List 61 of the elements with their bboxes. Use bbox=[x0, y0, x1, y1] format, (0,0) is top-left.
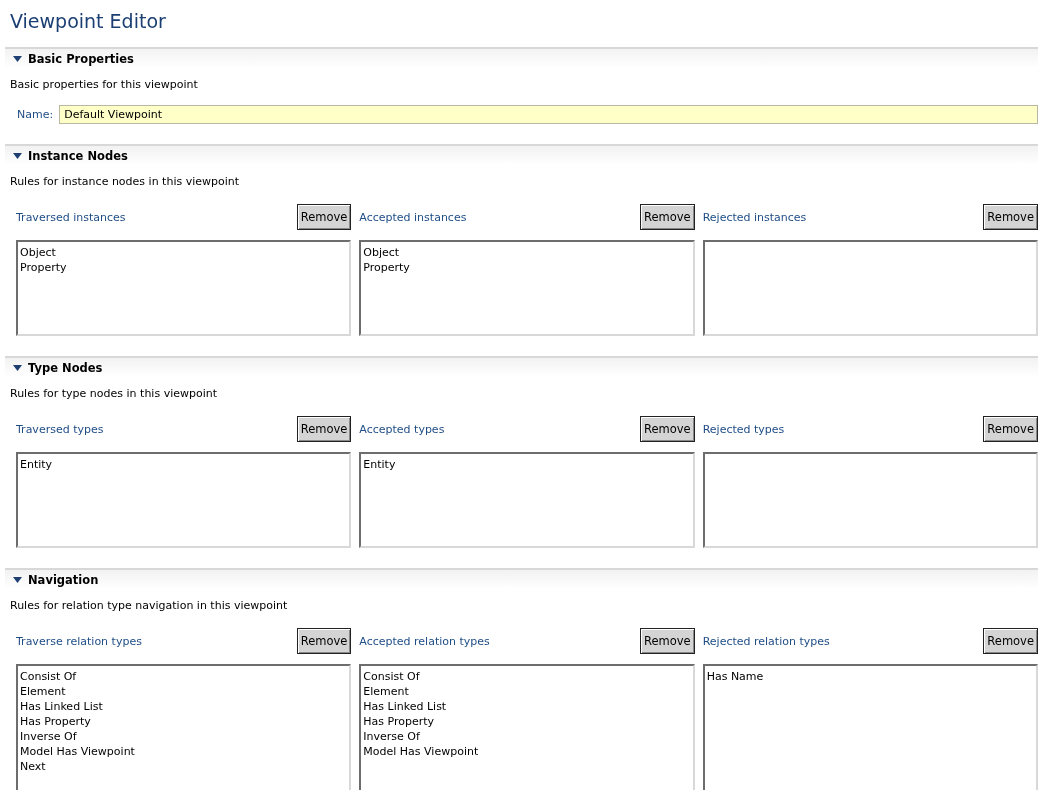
list-item[interactable]: Inverse Of bbox=[363, 729, 691, 744]
remove-button[interactable]: Remove bbox=[983, 204, 1038, 230]
list-label: Traverse relation types bbox=[16, 634, 142, 648]
list-item[interactable]: Next bbox=[20, 759, 348, 774]
list-item[interactable]: Model Has Viewpoint bbox=[363, 744, 691, 759]
remove-button[interactable]: Remove bbox=[296, 416, 352, 442]
list-item[interactable]: Property bbox=[20, 260, 348, 275]
list-item[interactable]: Has Name bbox=[706, 669, 1034, 684]
list-box[interactable]: Entity bbox=[359, 452, 695, 548]
list-box[interactable]: Consist Of Element Has Linked List Has Property Inverse Of Model Has Viewpoint bbox=[359, 664, 695, 790]
section-description: Rules for relation type navigation in this viewpoint bbox=[9, 598, 289, 614]
list-item[interactable]: Property bbox=[363, 260, 691, 275]
remove-button[interactable]: Remove bbox=[296, 628, 352, 654]
list-label: Rejected types bbox=[702, 422, 785, 436]
section-description: Rules for type nodes in this viewpoint bbox=[9, 386, 219, 402]
remove-button[interactable]: Remove bbox=[983, 628, 1038, 654]
remove-button[interactable]: Remove bbox=[983, 416, 1038, 442]
chevron-icon bbox=[13, 55, 22, 62]
list-box[interactable]: Entity bbox=[16, 452, 352, 548]
section-description: Basic properties for this viewpoint bbox=[9, 77, 199, 93]
list-label: Traversed instances bbox=[16, 210, 126, 224]
list-label: Traversed types bbox=[16, 422, 104, 436]
list-item[interactable]: Inverse Of bbox=[20, 729, 348, 744]
field-label: Name: bbox=[17, 108, 54, 121]
list-item[interactable]: Has Property bbox=[20, 714, 348, 729]
list-label: Accepted instances bbox=[359, 210, 467, 224]
list-box[interactable]: Consist Of Element Has Linked List Has Property Inverse Of Model Has Viewpoint Next bbox=[16, 664, 352, 790]
list-item[interactable]: Entity bbox=[363, 457, 691, 472]
list-item[interactable]: Object bbox=[363, 245, 691, 260]
remove-button[interactable]: Remove bbox=[640, 416, 695, 442]
list-box[interactable] bbox=[702, 240, 1038, 336]
list-item[interactable]: Entity bbox=[20, 457, 348, 472]
list-box[interactable]: Object Property bbox=[359, 240, 695, 336]
list-item[interactable]: Consist Of bbox=[20, 669, 348, 684]
remove-button[interactable]: Remove bbox=[296, 204, 352, 230]
list-item[interactable]: Has Property bbox=[363, 714, 691, 729]
chevron-icon bbox=[13, 364, 22, 371]
list-item[interactable]: Object bbox=[20, 245, 348, 260]
list-box[interactable]: Has Name bbox=[702, 664, 1038, 790]
section-header[interactable]: Navigation bbox=[5, 568, 1038, 589]
section-header[interactable]: Basic Properties bbox=[5, 47, 1038, 68]
list-item[interactable]: Consist Of bbox=[363, 669, 691, 684]
section-description: Rules for instance nodes in this viewpoint bbox=[9, 174, 241, 190]
list-label: Accepted relation types bbox=[359, 634, 490, 648]
list-box[interactable] bbox=[702, 452, 1038, 548]
list-box[interactable]: Object Property bbox=[16, 240, 352, 336]
editor-title: Viewpoint Editor bbox=[9, 9, 167, 34]
list-item[interactable]: Element bbox=[20, 684, 348, 699]
section-header[interactable]: Type Nodes bbox=[5, 356, 1038, 377]
list-item[interactable]: Has Linked List bbox=[363, 699, 691, 714]
list-item[interactable]: Has Linked List bbox=[20, 699, 348, 714]
list-label: Rejected relation types bbox=[702, 634, 830, 648]
list-label: Accepted types bbox=[359, 422, 445, 436]
chevron-icon bbox=[13, 576, 22, 583]
chevron-icon bbox=[13, 152, 22, 159]
remove-button[interactable]: Remove bbox=[640, 628, 695, 654]
remove-button[interactable]: Remove bbox=[640, 204, 695, 230]
list-item[interactable]: Element bbox=[363, 684, 691, 699]
name-field[interactable]: Default Viewpoint bbox=[59, 105, 1038, 124]
list-item[interactable]: Model Has Viewpoint bbox=[20, 744, 348, 759]
list-label: Rejected instances bbox=[702, 210, 807, 224]
